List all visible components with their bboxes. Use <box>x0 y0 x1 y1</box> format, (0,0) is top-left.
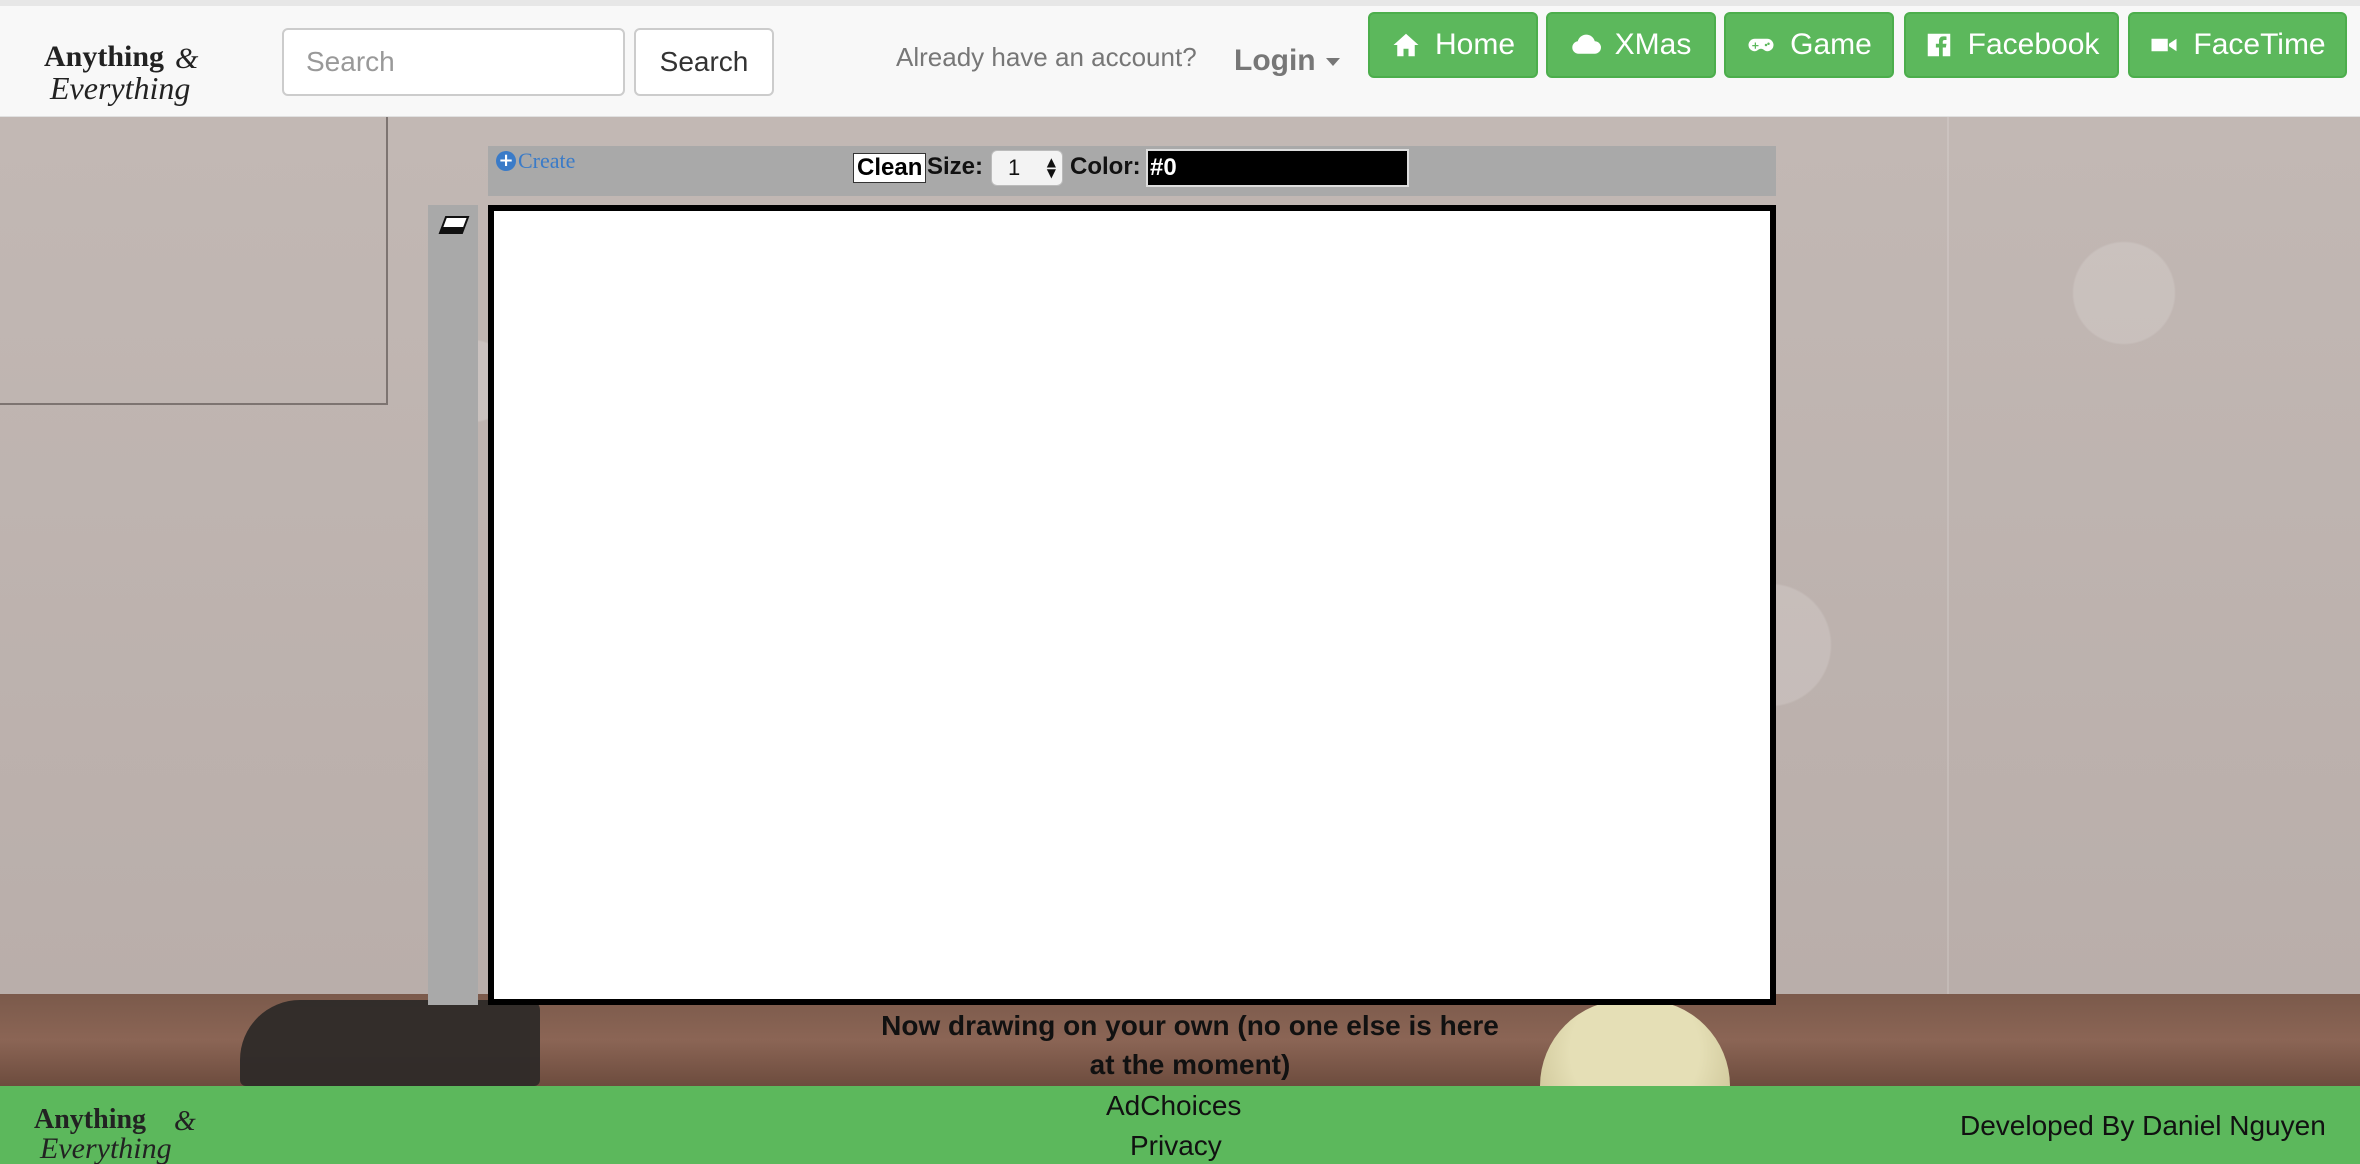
background-seam <box>1947 117 1949 997</box>
logo-word-everything: Everything <box>50 70 191 106</box>
footer-logo-ampersand: & <box>174 1106 196 1137</box>
eraser-icon[interactable] <box>438 213 470 239</box>
adchoices-link[interactable]: AdChoices <box>1106 1090 1241 1122</box>
nav-facetime-label: FaceTime <box>2193 28 2326 61</box>
footer-logo-word-everything: Everything <box>40 1132 172 1164</box>
create-room-link[interactable]: + Create <box>496 148 575 174</box>
size-label: Size: <box>927 153 984 180</box>
footer: Anything & Everything AdChoices Privacy … <box>0 1086 2360 1164</box>
footer-logo[interactable]: Anything & Everything <box>34 1104 224 1164</box>
gamepad-icon <box>1748 38 1774 52</box>
account-prompt: Already have an account? <box>896 42 1197 72</box>
side-toolbar <box>428 205 478 1005</box>
nav-game-button[interactable]: Game <box>1724 12 1894 78</box>
background-frame <box>0 117 388 405</box>
nav-facebook-button[interactable]: Facebook <box>1904 12 2119 78</box>
nav-facebook-label: Facebook <box>1967 28 2100 61</box>
login-dropdown[interactable]: Login <box>1234 44 1340 78</box>
drawing-toolbar: + Create Clean Size: 1 ▲ ▼ Color: #0 <box>488 146 1776 196</box>
plus-circle-icon: + <box>496 151 516 171</box>
create-label: Create <box>518 148 576 173</box>
drawing-canvas[interactable] <box>488 205 1776 1005</box>
privacy-link[interactable]: Privacy <box>1130 1130 1222 1162</box>
facebook-icon <box>1927 33 1950 57</box>
home-icon <box>1393 33 1419 57</box>
size-value: 1 <box>1008 155 1021 180</box>
color-input[interactable]: #0 <box>1146 149 1409 187</box>
nav-home-button[interactable]: Home <box>1368 12 1538 78</box>
stepper-arrows-icon: ▲ ▼ <box>1046 155 1056 180</box>
developer-credit: Developed By Daniel Nguyen <box>1960 1110 2326 1141</box>
top-navbar: Anything & Everything Search Already hav… <box>0 0 2360 117</box>
nav-game-label: Game <box>1790 28 1872 61</box>
color-label: Color: <box>1070 153 1141 180</box>
search-button[interactable]: Search <box>634 28 774 96</box>
site-logo[interactable]: Anything & Everything <box>40 36 230 106</box>
nav-xmas-label: XMas <box>1614 28 1692 61</box>
search-input[interactable] <box>282 28 625 96</box>
chevron-down-icon <box>1325 58 1340 67</box>
drawing-status-message: Now drawing on your own (no one else is … <box>881 1010 1499 1080</box>
logo-word-anything: Anything <box>44 40 165 73</box>
nav-home-label: Home <box>1434 28 1516 61</box>
nav-facetime-button[interactable]: FaceTime <box>2128 12 2347 78</box>
login-label: Login <box>1234 44 1316 77</box>
video-camera-icon <box>2151 38 2177 52</box>
stapler-image <box>240 1000 540 1086</box>
cloud-icon <box>1571 34 1601 54</box>
clean-button[interactable]: Clean <box>853 153 927 183</box>
size-stepper[interactable]: 1 ▲ ▼ <box>991 150 1063 186</box>
nav-xmas-button[interactable]: XMas <box>1546 12 1716 78</box>
